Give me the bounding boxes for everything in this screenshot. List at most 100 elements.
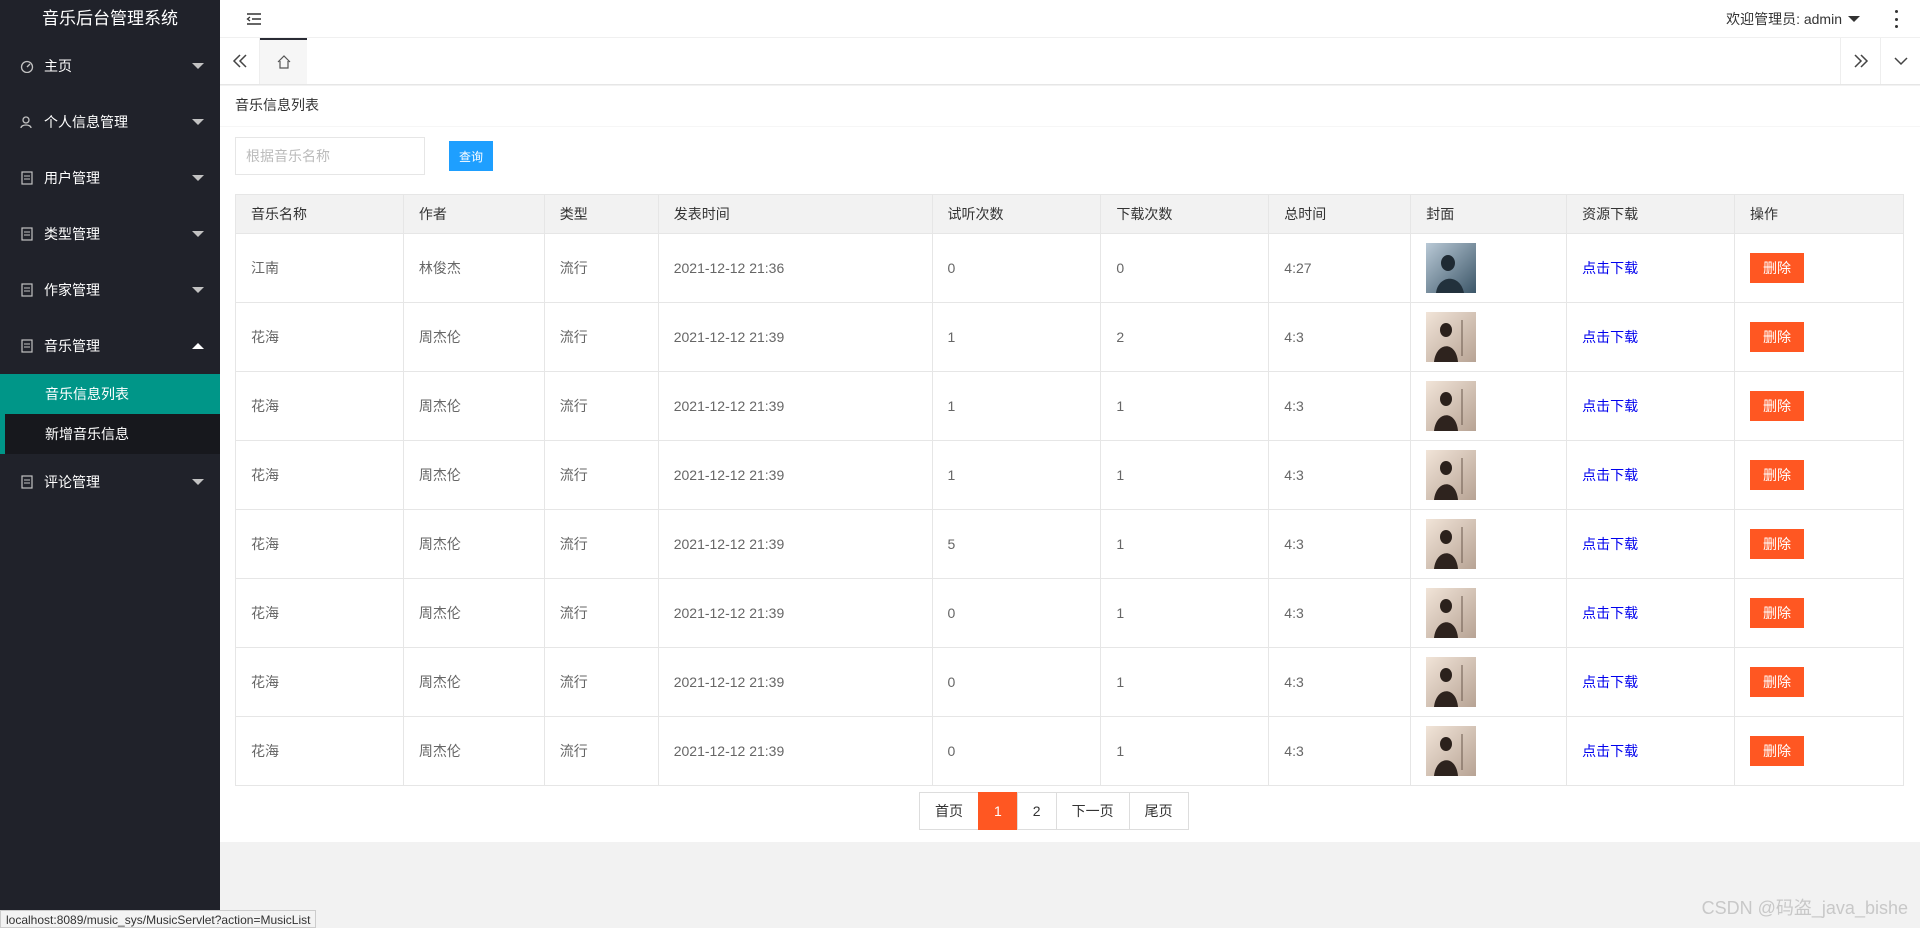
table-row: 花海 周杰伦 流行 2021-12-12 21:39 0 1 4:3 点击下载 删除 [235, 716, 1904, 786]
cell-duration: 4:3 [1268, 440, 1412, 510]
cell-time: 2021-12-12 21:39 [657, 716, 933, 786]
delete-button[interactable]: 删除 [1750, 598, 1804, 628]
cell-cover [1410, 440, 1568, 510]
download-link[interactable]: 点击下载 [1582, 260, 1638, 276]
cell-time: 2021-12-12 21:39 [657, 578, 933, 648]
column-header: 类型 [543, 194, 659, 234]
download-link[interactable]: 点击下载 [1582, 743, 1638, 759]
cell-name: 花海 [235, 716, 404, 786]
browser-status-url: localhost:8089/music_sys/MusicServlet?ac… [0, 910, 317, 928]
cell-duration: 4:3 [1268, 371, 1412, 441]
file-icon [20, 283, 34, 297]
app-logo-title[interactable]: 音乐后台管理系统 [0, 0, 220, 38]
sidebar-item-comments[interactable]: 评论管理 [0, 454, 220, 510]
sidebar-subitem-add-music[interactable]: 新增音乐信息 [0, 414, 220, 454]
sidebar-item-label: 类型管理 [44, 226, 100, 242]
page-last[interactable]: 尾页 [1128, 792, 1189, 830]
table-row: 江南 林俊杰 流行 2021-12-12 21:36 0 0 4:27 点击下载 删除 [235, 233, 1904, 303]
pagination: 首页 1 2 下一页 尾页 [919, 792, 1189, 830]
table-header-row: 音乐名称 作者 类型 发表时间 试听次数 下载次数 总时间 封面 资源下载 操作 [235, 194, 1904, 234]
sidebar-item-users[interactable]: 用户管理 [0, 150, 220, 206]
cell-name: 花海 [235, 578, 404, 648]
file-icon [20, 227, 34, 241]
download-link[interactable]: 点击下载 [1582, 674, 1638, 690]
delete-button[interactable]: 删除 [1750, 736, 1804, 766]
cell-name: 花海 [235, 302, 404, 372]
cell-plays: 0 [931, 716, 1102, 786]
column-header: 总时间 [1268, 194, 1412, 234]
cell-download: 点击下载 [1566, 440, 1735, 510]
cover-image [1426, 519, 1477, 569]
file-icon [20, 475, 34, 489]
cell-time: 2021-12-12 21:39 [657, 371, 933, 441]
download-link[interactable]: 点击下载 [1582, 398, 1638, 414]
cell-actions: 删除 [1734, 716, 1904, 786]
user-menu[interactable]: 欢迎管理员: admin [1726, 0, 1860, 38]
cell-actions: 删除 [1734, 440, 1904, 510]
cover-image [1426, 726, 1477, 776]
cell-name: 花海 [235, 440, 404, 510]
cell-cover [1410, 647, 1568, 717]
page-first[interactable]: 首页 [919, 792, 979, 830]
cell-actions: 删除 [1734, 233, 1904, 303]
sidebar-item-music[interactable]: 音乐管理 [0, 318, 220, 374]
download-link[interactable]: 点击下载 [1582, 467, 1638, 483]
search-button[interactable]: 查询 [449, 141, 493, 171]
download-link[interactable]: 点击下载 [1582, 605, 1638, 621]
cell-author: 周杰伦 [402, 578, 545, 648]
cell-actions: 删除 [1734, 578, 1904, 648]
cell-downloads: 1 [1100, 647, 1270, 717]
delete-button[interactable]: 删除 [1750, 460, 1804, 490]
page-next[interactable]: 下一页 [1055, 792, 1130, 830]
more-vertical-icon[interactable] [1894, 10, 1898, 28]
sidebar-item-types[interactable]: 类型管理 [0, 206, 220, 262]
cell-name: 花海 [235, 509, 404, 579]
tab-home[interactable] [260, 38, 307, 84]
page-title: 音乐信息列表 [235, 97, 319, 113]
delete-button[interactable]: 删除 [1750, 667, 1804, 697]
table-row: 花海 周杰伦 流行 2021-12-12 21:39 0 1 4:3 点击下载 删除 [235, 578, 1904, 648]
sidebar-item-home[interactable]: 主页 [0, 38, 220, 94]
cell-duration: 4:3 [1268, 578, 1412, 648]
page-1[interactable]: 1 [978, 792, 1018, 830]
cell-downloads: 1 [1100, 578, 1270, 648]
sidebar: 音乐后台管理系统 主页 个人信息管理 用户管理 类型管理 作家管理 音乐管理 音… [0, 0, 220, 928]
sidebar-item-authors[interactable]: 作家管理 [0, 262, 220, 318]
sidebar-subitem-music-list[interactable]: 音乐信息列表 [0, 374, 220, 414]
cell-actions: 删除 [1734, 371, 1904, 441]
cell-genre: 流行 [543, 578, 659, 648]
page-2[interactable]: 2 [1016, 792, 1057, 830]
cell-name: 花海 [235, 647, 404, 717]
caret-down-icon [192, 231, 204, 237]
cell-cover [1410, 371, 1568, 441]
cell-plays: 0 [931, 578, 1102, 648]
cell-time: 2021-12-12 21:39 [657, 440, 933, 510]
delete-button[interactable]: 删除 [1750, 253, 1804, 283]
download-link[interactable]: 点击下载 [1582, 329, 1638, 345]
watermark: CSDN @码盗_java_bishe [1701, 898, 1908, 918]
sidebar-item-label: 作家管理 [44, 282, 100, 298]
cell-cover [1410, 578, 1568, 648]
menu-toggle-icon[interactable] [246, 11, 262, 27]
cell-cover [1410, 509, 1568, 579]
caret-down-icon [192, 287, 204, 293]
cell-download: 点击下载 [1566, 233, 1735, 303]
cell-author: 周杰伦 [402, 302, 545, 372]
sidebar-submenu-music: 音乐信息列表 新增音乐信息 [0, 374, 220, 454]
divider [220, 126, 1920, 127]
sidebar-item-label: 个人信息管理 [44, 114, 128, 130]
column-header: 下载次数 [1100, 194, 1270, 234]
tab-scroll-left-icon[interactable] [220, 38, 260, 84]
delete-button[interactable]: 删除 [1750, 391, 1804, 421]
download-link[interactable]: 点击下载 [1582, 536, 1638, 552]
cell-genre: 流行 [543, 716, 659, 786]
delete-button[interactable]: 删除 [1750, 322, 1804, 352]
delete-button[interactable]: 删除 [1750, 529, 1804, 559]
sidebar-item-profile[interactable]: 个人信息管理 [0, 94, 220, 150]
cell-time: 2021-12-12 21:39 [657, 509, 933, 579]
column-header: 作者 [402, 194, 545, 234]
search-input[interactable] [235, 137, 425, 175]
tab-scroll-right-icon[interactable] [1840, 38, 1880, 84]
chevron-down-icon[interactable] [1880, 38, 1920, 84]
cell-author: 林俊杰 [402, 233, 545, 303]
